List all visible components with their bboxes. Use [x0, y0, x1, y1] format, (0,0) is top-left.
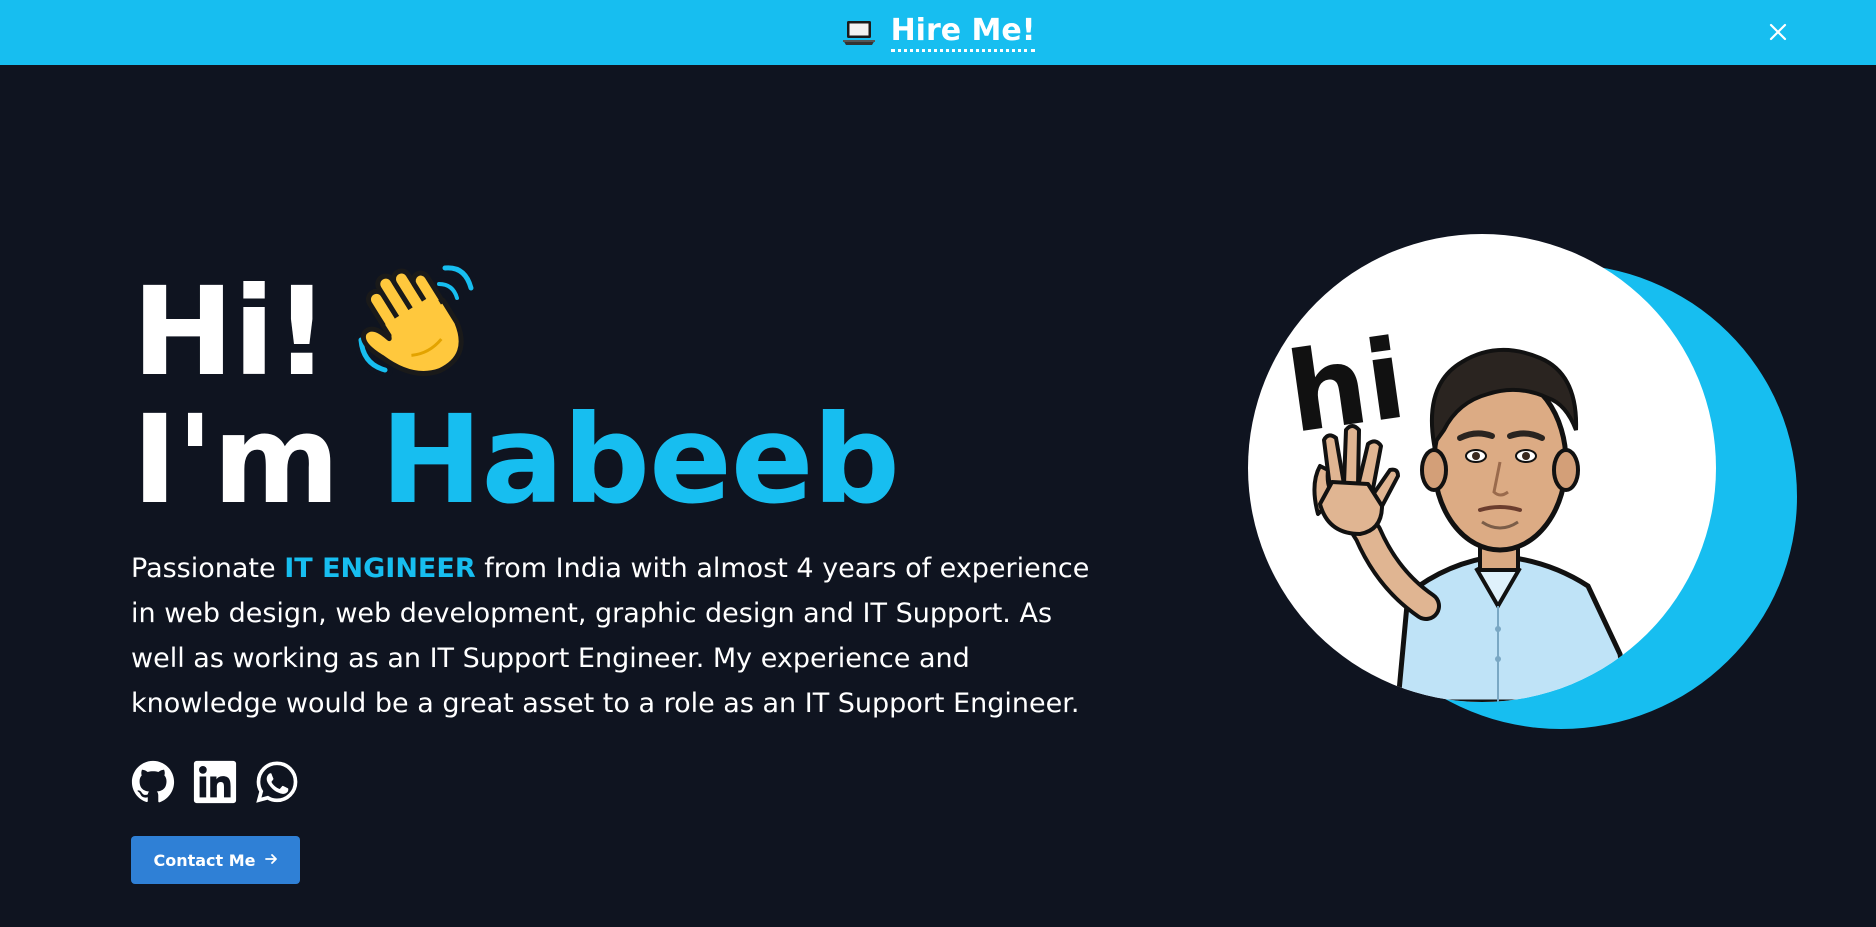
contact-me-label: Contact Me — [153, 850, 256, 870]
banner-content: Hire Me! — [841, 13, 1036, 52]
hero-heading: Hi! I'm Habeeb — [132, 248, 900, 524]
social-links — [131, 760, 299, 804]
greeting-text: Hi! — [132, 261, 330, 403]
hire-me-link[interactable]: Hire Me! — [890, 13, 1036, 52]
avatar-illustration: hi — [1245, 232, 1805, 732]
role-highlight: IT ENGINEER — [284, 553, 476, 584]
name-line: I'm Habeeb — [132, 396, 900, 524]
github-icon[interactable] — [131, 760, 175, 804]
hire-me-banner: Hire Me! — [0, 0, 1876, 65]
avatar: hi — [1248, 234, 1716, 702]
contact-me-button[interactable]: Contact Me — [131, 836, 300, 884]
hero-name: Habeeb — [380, 389, 900, 531]
linkedin-icon[interactable] — [193, 760, 237, 804]
intro-paragraph: Passionate IT ENGINEER from India with a… — [131, 546, 1101, 726]
laptop-icon — [841, 19, 877, 47]
waving-hand-icon — [352, 248, 493, 396]
arrow-right-icon — [264, 851, 278, 870]
close-icon[interactable] — [1766, 20, 1790, 44]
whatsapp-icon[interactable] — [255, 760, 299, 804]
greeting-line: Hi! — [132, 248, 899, 396]
intro-prefix-text: Passionate — [131, 553, 276, 584]
intro-prefix: I'm — [132, 389, 340, 531]
